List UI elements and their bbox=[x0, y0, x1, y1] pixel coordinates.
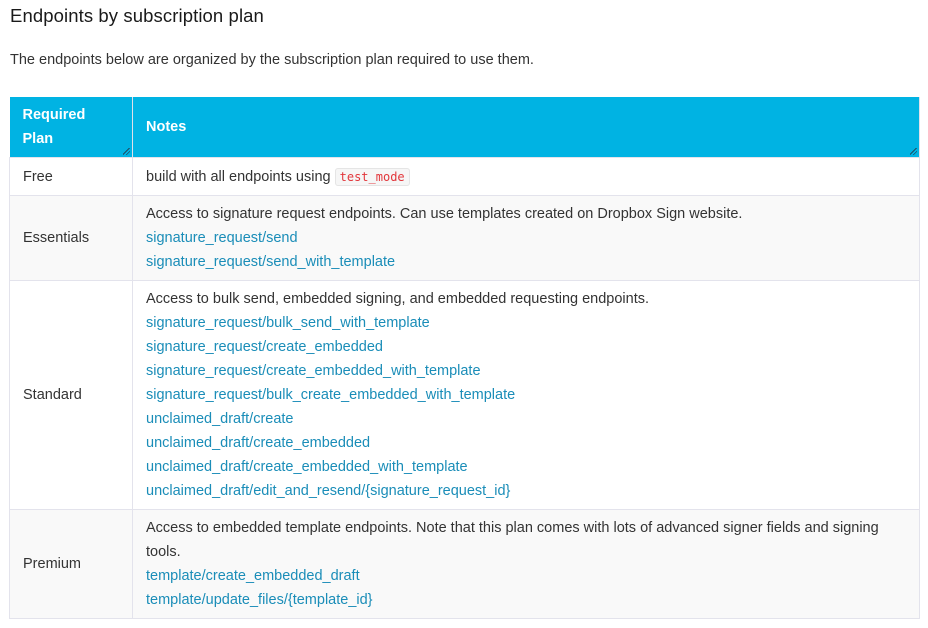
endpoint-link[interactable]: unclaimed_draft/create_embedded bbox=[146, 431, 906, 455]
plans-table: Required Plan Notes Free build with all … bbox=[9, 97, 920, 619]
inline-code: test_mode bbox=[334, 167, 410, 186]
table-row-free: Free build with all endpoints using test… bbox=[9, 157, 920, 196]
column-header-label: Notes bbox=[146, 119, 187, 135]
table-row-essentials: Essentials Access to signature request e… bbox=[9, 195, 920, 281]
plan-cell: Premium bbox=[9, 509, 133, 619]
endpoint-link[interactable]: signature_request/bulk_send_with_templat… bbox=[146, 311, 906, 335]
table-row-premium: Premium Access to embedded template endp… bbox=[9, 509, 920, 619]
endpoint-link[interactable]: signature_request/send_with_template bbox=[146, 250, 906, 274]
endpoint-link[interactable]: template/update_files/{template_id} bbox=[146, 588, 906, 612]
table-row-standard: Standard Access to bulk send, embedded s… bbox=[9, 280, 920, 510]
page: Endpoints by subscription plan The endpo… bbox=[0, 0, 928, 628]
note-text: Access to embedded template endpoints. N… bbox=[146, 520, 879, 560]
notes-cell: Access to signature request endpoints. C… bbox=[132, 195, 920, 281]
column-header-notes[interactable]: Notes bbox=[132, 97, 920, 158]
endpoint-link[interactable]: template/create_embedded_draft bbox=[146, 564, 906, 588]
table-header-row: Required Plan Notes bbox=[9, 97, 920, 158]
plan-cell: Standard bbox=[9, 280, 133, 510]
endpoint-link[interactable]: unclaimed_draft/edit_and_resend/{signatu… bbox=[146, 479, 906, 503]
column-resize-handle[interactable] bbox=[910, 148, 917, 155]
endpoint-link[interactable]: signature_request/bulk_create_embedded_w… bbox=[146, 383, 906, 407]
column-resize-handle[interactable] bbox=[123, 148, 130, 155]
column-header-label: Required Plan bbox=[22, 107, 86, 147]
plan-cell: Essentials bbox=[9, 195, 133, 281]
note-text: build with all endpoints using bbox=[146, 168, 331, 185]
notes-cell: Access to embedded template endpoints. N… bbox=[132, 509, 920, 619]
note-text: Access to bulk send, embedded signing, a… bbox=[146, 291, 650, 307]
section-intro: The endpoints below are organized by the… bbox=[10, 52, 534, 68]
notes-cell: Access to bulk send, embedded signing, a… bbox=[132, 280, 920, 510]
column-header-required-plan[interactable]: Required Plan bbox=[9, 97, 133, 158]
endpoint-link[interactable]: signature_request/create_embedded bbox=[146, 335, 906, 359]
endpoint-link[interactable]: signature_request/create_embedded_with_t… bbox=[146, 359, 906, 383]
endpoint-link[interactable]: unclaimed_draft/create_embedded_with_tem… bbox=[146, 455, 906, 479]
endpoint-link[interactable]: signature_request/send bbox=[146, 226, 906, 250]
notes-cell: build with all endpoints using test_mode bbox=[132, 157, 920, 196]
section-title: Endpoints by subscription plan bbox=[10, 5, 264, 26]
plan-cell: Free bbox=[9, 157, 133, 196]
note-text: Access to signature request endpoints. C… bbox=[146, 206, 743, 222]
endpoint-link[interactable]: unclaimed_draft/create bbox=[146, 407, 906, 431]
